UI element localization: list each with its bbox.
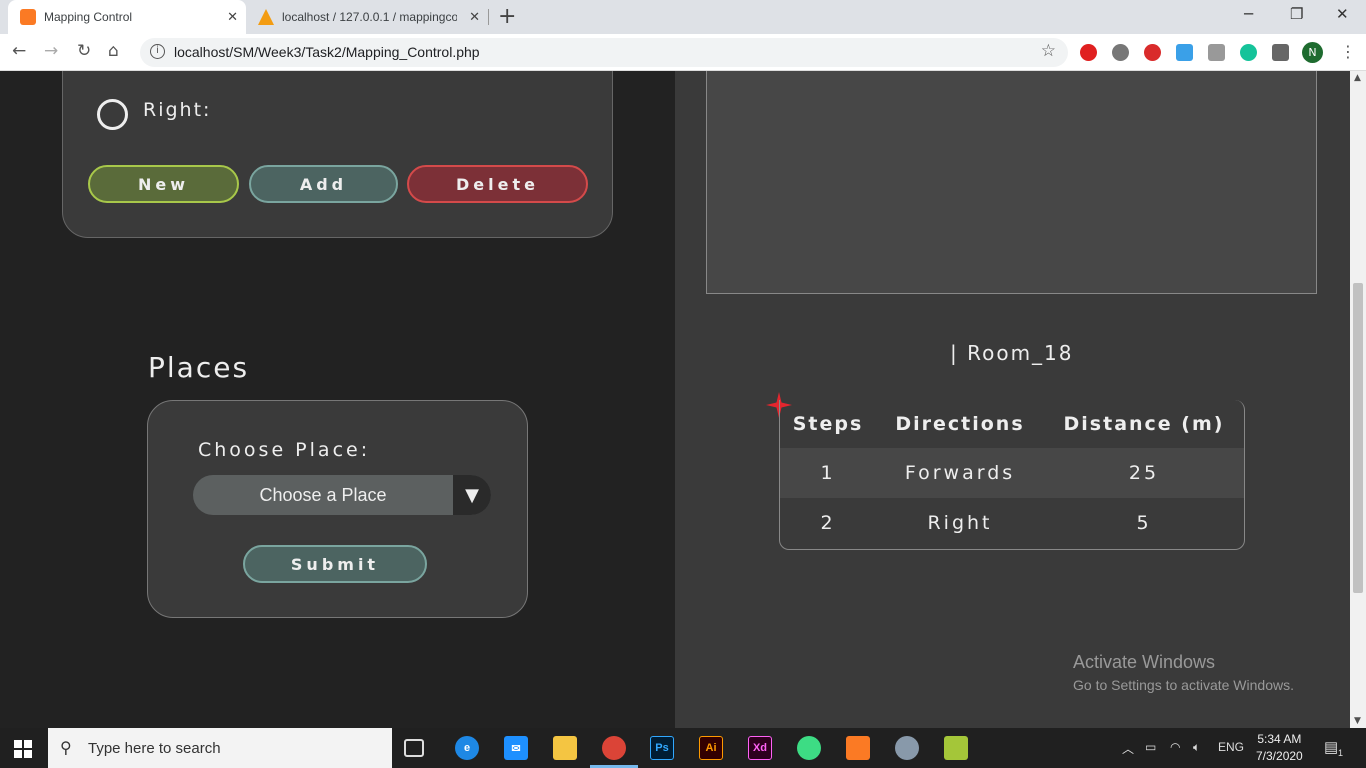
cell-step: 1 <box>820 462 836 484</box>
close-tab-icon[interactable]: ✕ <box>469 9 480 25</box>
new-button[interactable]: New <box>88 165 239 203</box>
search-icon: ⚲ <box>60 738 72 757</box>
bookmark-star-icon[interactable]: ☆ <box>1041 41 1056 61</box>
header-steps: Steps <box>792 413 864 435</box>
paint-icon[interactable] <box>895 736 919 760</box>
browser-tab-bar: Mapping Control ✕ localhost / 127.0.0.1 … <box>0 0 1366 34</box>
show-hidden-icons[interactable]: ︿ <box>1122 740 1134 757</box>
place-select-value[interactable]: Choose a Place <box>193 475 453 515</box>
task-view-icon[interactable] <box>404 739 424 757</box>
new-tab-icon[interactable]: + <box>498 4 516 29</box>
forward-icon[interactable]: → <box>44 41 58 61</box>
clock-date: 7/3/2020 <box>1256 749 1303 763</box>
scrollbar-thumb[interactable] <box>1353 283 1363 593</box>
cell-direction: Right <box>927 512 993 534</box>
watermark-title: Activate Windows <box>1073 652 1216 672</box>
directions-panel: Right: New Add Delete <box>62 71 613 238</box>
delete-button[interactable]: Delete <box>407 165 588 203</box>
room-label: | Room_18 <box>950 341 1074 365</box>
taskbar-clock[interactable]: 5:34 AM 7/3/2020 <box>1256 731 1303 765</box>
header-distance: Distance (m) <box>1063 413 1225 435</box>
route-table: Steps Directions Distance (m) 1 Forwards… <box>779 400 1245 550</box>
profile-avatar[interactable]: N <box>1302 42 1323 63</box>
back-icon[interactable]: ← <box>12 41 26 61</box>
xampp-icon[interactable] <box>846 736 870 760</box>
windows-taskbar: ⚲ Type here to search e ✉ Ps Ai Xd ︿ ▭ ◠… <box>0 728 1366 768</box>
notification-icon[interactable]: ▤ <box>1324 738 1338 756</box>
address-bar[interactable]: i localhost/SM/Week3/Task2/Mapping_Contr… <box>140 38 1068 67</box>
scroll-up-icon[interactable]: ▲ <box>1354 73 1361 83</box>
cell-distance: 25 <box>1128 462 1160 484</box>
right-radio-label: Right: <box>143 99 212 121</box>
page-scrollbar[interactable]: ▲ ▼ <box>1350 71 1366 728</box>
tab-label: Mapping Control <box>44 10 133 24</box>
reload-icon[interactable]: ↻ <box>77 41 91 61</box>
table-row: 2 Right 5 <box>780 498 1244 548</box>
minimize-icon[interactable]: ─ <box>1244 5 1253 23</box>
right-radio[interactable] <box>97 99 128 130</box>
extension-adblock-icon[interactable] <box>1080 44 1097 61</box>
cell-direction: Forwards <box>904 462 1016 484</box>
wifi-icon[interactable]: ◠ <box>1170 740 1180 754</box>
phpmyadmin-favicon-icon <box>258 9 274 25</box>
cell-step: 2 <box>820 512 836 534</box>
tab-label: localhost / 127.0.0.1 / mappingco <box>282 10 457 24</box>
restore-icon[interactable]: ❐ <box>1290 5 1303 23</box>
activate-windows-watermark: Activate Windows Go to Settings to activ… <box>1073 652 1294 693</box>
submit-button[interactable]: Submit <box>243 545 427 583</box>
places-title: Places <box>148 351 250 384</box>
dropdown-arrow-icon[interactable]: ▼ <box>453 475 491 515</box>
language-indicator[interactable]: ENG <box>1218 740 1244 754</box>
notification-count: 1 <box>1338 748 1344 758</box>
browser-menu-icon[interactable]: ⋮ <box>1340 42 1356 61</box>
xd-icon[interactable]: Xd <box>748 736 772 760</box>
extension-wave-icon[interactable] <box>1176 44 1193 61</box>
place-select[interactable]: Choose a Place ▼ <box>193 475 491 515</box>
extension-grammarly-icon[interactable] <box>1240 44 1257 61</box>
tab-mapping-control[interactable]: Mapping Control ✕ <box>8 0 246 34</box>
route-table-header: Steps Directions Distance (m) <box>780 400 1244 448</box>
site-info-icon[interactable]: i <box>150 44 165 59</box>
clock-time: 5:34 AM <box>1257 732 1302 746</box>
windows-start-icon[interactable] <box>14 740 32 758</box>
taskbar-search-placeholder[interactable]: Type here to search <box>88 740 221 757</box>
tab-divider <box>488 9 489 25</box>
volume-icon[interactable]: 🔈︎ <box>1193 740 1200 755</box>
url-text[interactable]: localhost/SM/Week3/Task2/Mapping_Control… <box>174 44 480 60</box>
extension-hand-icon[interactable] <box>1144 44 1161 61</box>
extensions-puzzle-icon[interactable] <box>1272 44 1289 61</box>
notepad-icon[interactable] <box>944 736 968 760</box>
xampp-favicon-icon <box>20 9 36 25</box>
cell-distance: 5 <box>1136 512 1152 534</box>
chrome-icon[interactable] <box>602 736 626 760</box>
mail-icon[interactable]: ✉ <box>504 736 528 760</box>
battery-icon[interactable]: ▭ <box>1145 740 1156 754</box>
page-content: Right: New Add Delete Places Choose Plac… <box>0 71 1350 728</box>
illustrator-icon[interactable]: Ai <box>699 736 723 760</box>
internet-explorer-icon[interactable]: e <box>455 736 479 760</box>
android-studio-icon[interactable] <box>797 736 821 760</box>
close-tab-icon[interactable]: ✕ <box>227 9 238 25</box>
tab-phpmyadmin[interactable]: localhost / 127.0.0.1 / mappingco ✕ <box>248 0 488 34</box>
home-icon[interactable]: ⌂ <box>108 41 119 61</box>
add-button[interactable]: Add <box>249 165 398 203</box>
extension-close-icon[interactable] <box>1112 44 1129 61</box>
taskbar-search[interactable]: ⚲ Type here to search <box>48 728 392 768</box>
extension-camera-icon[interactable] <box>1208 44 1225 61</box>
places-panel: Choose Place: Choose a Place ▼ Submit <box>147 400 528 618</box>
watermark-subtitle: Go to Settings to activate Windows. <box>1073 677 1294 693</box>
browser-toolbar: ← → ↻ ⌂ i localhost/SM/Week3/Task2/Mappi… <box>0 34 1366 71</box>
scroll-down-icon[interactable]: ▼ <box>1354 716 1361 726</box>
file-explorer-icon[interactable] <box>553 736 577 760</box>
photoshop-icon[interactable]: Ps <box>650 736 674 760</box>
window-close-icon[interactable]: ✕ <box>1336 5 1349 23</box>
header-directions: Directions <box>895 413 1025 435</box>
map-canvas <box>706 71 1317 294</box>
table-row: 1 Forwards 25 <box>780 448 1244 498</box>
choose-place-label: Choose Place: <box>198 439 371 461</box>
